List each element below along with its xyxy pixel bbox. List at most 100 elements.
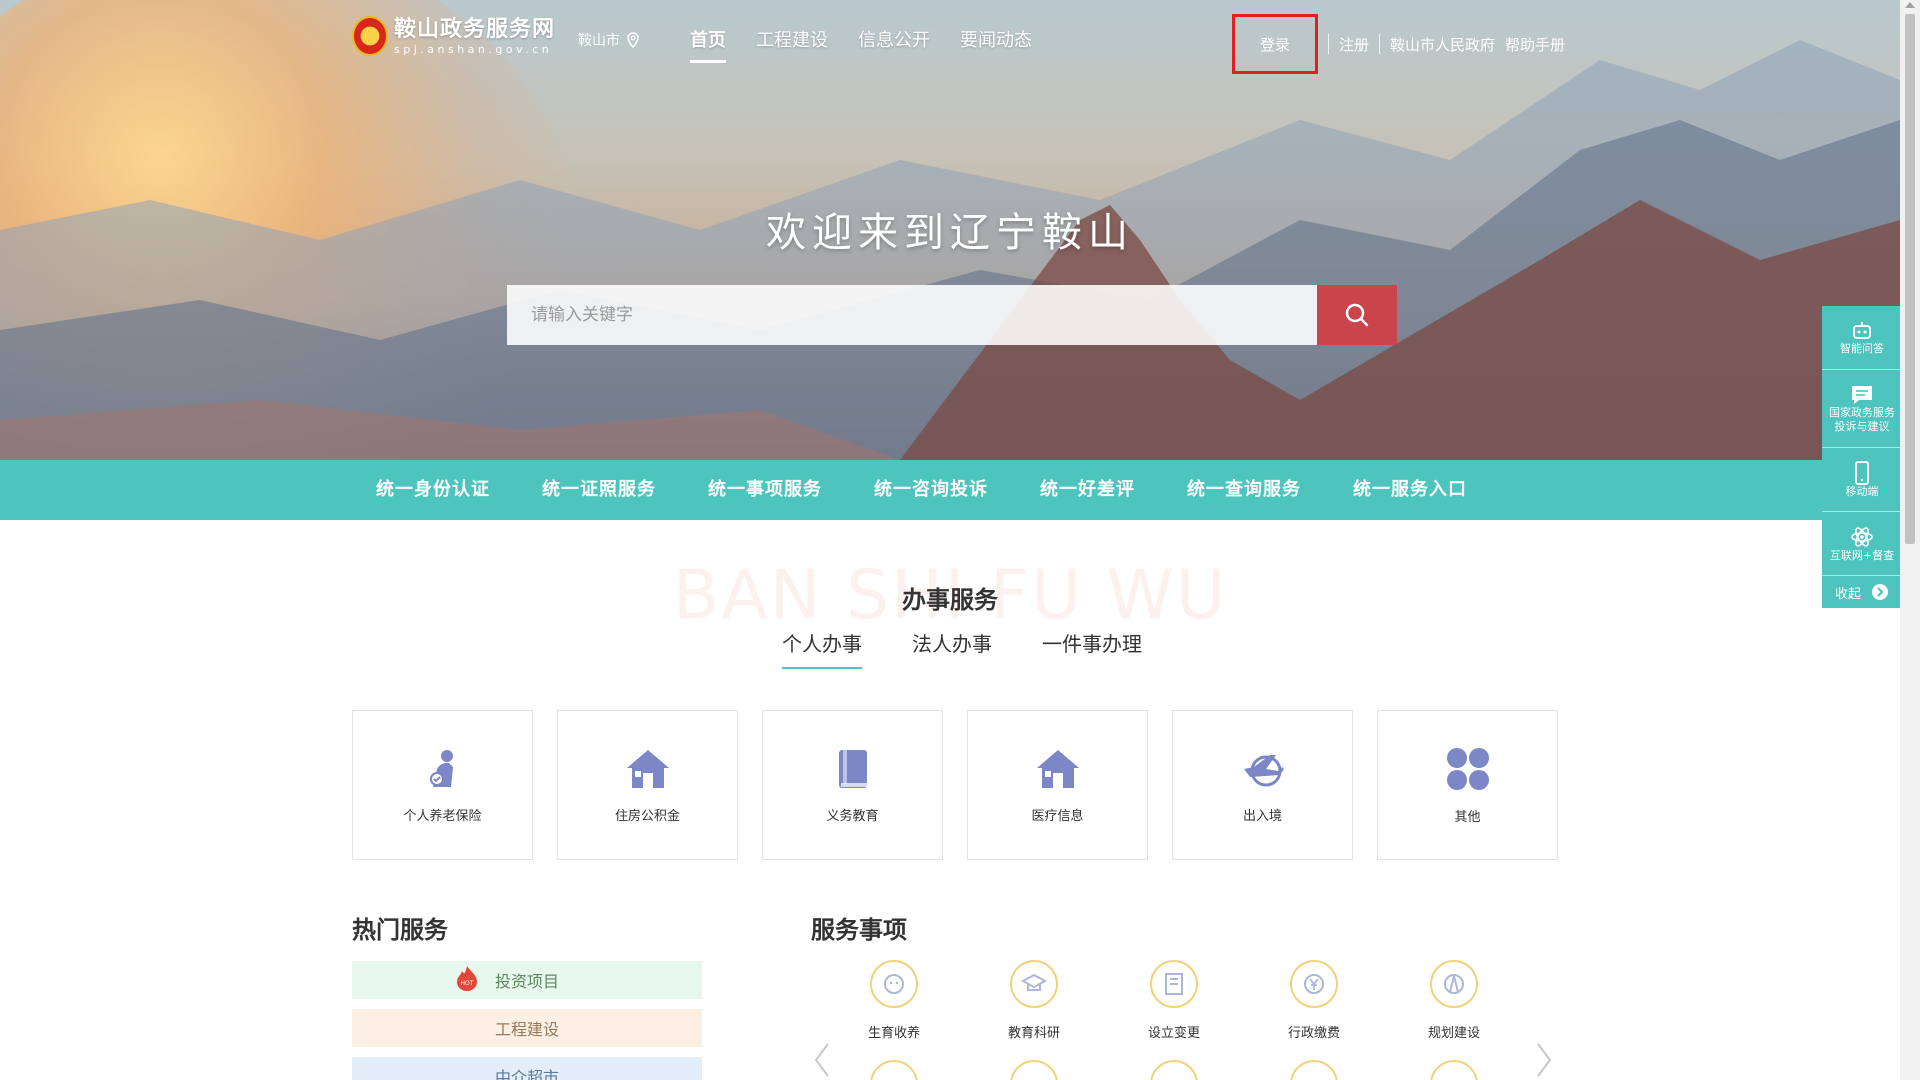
main-nav: 首页 工程建设 信息公开 要闻动态 bbox=[690, 28, 1032, 63]
house-icon bbox=[1036, 749, 1079, 788]
service-item-icon[interactable] bbox=[1290, 1060, 1338, 1080]
robot-icon bbox=[1853, 321, 1871, 339]
atom-icon bbox=[1851, 526, 1873, 547]
unified-rating-link[interactable]: 统一好差评 bbox=[1040, 460, 1135, 520]
message-icon bbox=[1852, 385, 1872, 404]
hot-item-investment[interactable]: HOT 投资项目 bbox=[352, 961, 702, 999]
search-input[interactable] bbox=[507, 285, 1317, 345]
building-icon bbox=[1165, 973, 1183, 995]
service-item-establish-change[interactable]: 设立变更 bbox=[1148, 960, 1201, 1041]
card-label: 住房公积金 bbox=[614, 808, 680, 824]
side-item-label: 互联网+督查 bbox=[1829, 548, 1895, 562]
service-item-label: 行政缴费 bbox=[1288, 1026, 1341, 1041]
svg-text:HOT: HOT bbox=[461, 980, 474, 987]
side-item-label: 移动端 bbox=[1845, 484, 1879, 498]
site-domain: spj.anshan.gov.cn bbox=[394, 42, 553, 56]
elderly-person-icon bbox=[429, 749, 453, 787]
service-items-title: 服务事项 bbox=[811, 916, 907, 944]
service-item-icon[interactable] bbox=[870, 1060, 918, 1080]
tab-one-thing[interactable]: 一件事办理 bbox=[1042, 628, 1142, 669]
site-name: 鞍山政务服务网 bbox=[394, 16, 556, 42]
service-item-label: 生育收养 bbox=[868, 1026, 921, 1041]
unified-identity-link[interactable]: 统一身份认证 bbox=[376, 460, 490, 520]
side-collapse-button[interactable]: 收起 bbox=[1822, 576, 1902, 608]
card-other[interactable]: 其他 bbox=[1377, 710, 1558, 860]
tab-corporate[interactable]: 法人办事 bbox=[912, 628, 992, 669]
city-label: 鞍山市 bbox=[578, 33, 620, 49]
national-emblem-icon bbox=[352, 16, 388, 56]
location-pin-icon bbox=[627, 32, 639, 48]
card-exit-entry[interactable]: 出入境 bbox=[1172, 710, 1353, 860]
unified-matters-link[interactable]: 统一事项服务 bbox=[708, 460, 822, 520]
hot-item-label: 工程建设 bbox=[494, 1020, 559, 1039]
side-item-label: 智能问答 bbox=[1840, 341, 1884, 355]
service-item-icon[interactable] bbox=[1430, 1060, 1478, 1080]
arrow-right-circle-icon bbox=[1872, 584, 1888, 600]
nav-news[interactable]: 要闻动态 bbox=[960, 28, 1032, 63]
side-item-label: 国家政务服务 投诉与建议 bbox=[1829, 405, 1895, 433]
hot-item-engineering[interactable]: 工程建设 bbox=[352, 1009, 702, 1047]
card-housing-fund[interactable]: 住房公积金 bbox=[557, 710, 738, 860]
hot-services-title: 热门服务 bbox=[352, 916, 448, 944]
side-item-smart-qa[interactable]: 智能问答 bbox=[1822, 306, 1902, 370]
card-label: 出入境 bbox=[1242, 808, 1282, 824]
help-link[interactable]: 帮助手册 bbox=[1505, 34, 1565, 55]
service-item-label: 设立变更 bbox=[1148, 1026, 1201, 1041]
graduation-icon bbox=[1020, 973, 1048, 991]
nav-home[interactable]: 首页 bbox=[690, 28, 726, 63]
card-pension[interactable]: 个人养老保险 bbox=[352, 710, 533, 860]
compass-icon bbox=[1444, 974, 1464, 994]
card-label: 个人养老保险 bbox=[403, 808, 482, 824]
tab-personal[interactable]: 个人办事 bbox=[782, 628, 862, 669]
nav-engineering[interactable]: 工程建设 bbox=[756, 28, 828, 63]
service-item-birth-adoption[interactable]: 生育收养 bbox=[868, 960, 921, 1041]
chevron-left-icon[interactable] bbox=[812, 1040, 832, 1080]
airplane-icon bbox=[1243, 754, 1284, 786]
page-scrollbar[interactable] bbox=[1900, 0, 1920, 1080]
mobile-phone-icon bbox=[1855, 460, 1869, 485]
unified-query-link[interactable]: 统一查询服务 bbox=[1187, 460, 1301, 520]
service-item-label: 教育科研 bbox=[1008, 1026, 1061, 1041]
side-item-mobile[interactable]: 移动端 bbox=[1822, 448, 1902, 512]
side-item-complaints[interactable]: 国家政务服务 投诉与建议 bbox=[1822, 370, 1902, 448]
unified-entry-link[interactable]: 统一服务入口 bbox=[1353, 460, 1467, 520]
card-education[interactable]: 义务教育 bbox=[762, 710, 943, 860]
search-button[interactable] bbox=[1317, 285, 1397, 345]
service-items-row-2 bbox=[870, 1060, 1478, 1080]
city-selector[interactable]: 鞍山市 bbox=[578, 30, 640, 50]
login-link[interactable]: 登录 bbox=[1260, 34, 1290, 55]
divider bbox=[1379, 34, 1381, 54]
unified-license-link[interactable]: 统一证照服务 bbox=[542, 460, 656, 520]
site-logo[interactable]: 鞍山政务服务网 spj.anshan.gov.cn bbox=[352, 16, 555, 56]
four-leaf-icon bbox=[1446, 747, 1489, 790]
service-item-icon[interactable] bbox=[1150, 1060, 1198, 1080]
register-link[interactable]: 注册 bbox=[1339, 34, 1369, 55]
nav-info-disclosure[interactable]: 信息公开 bbox=[858, 28, 930, 63]
side-item-supervision[interactable]: 互联网+督查 bbox=[1822, 512, 1902, 576]
site-header: 鞍山政务服务网 spj.anshan.gov.cn 鞍山市 首页 工程建设 信息… bbox=[0, 0, 1900, 84]
hot-badge-icon: HOT bbox=[457, 966, 477, 991]
card-medical[interactable]: 医疗信息 bbox=[967, 710, 1148, 860]
service-item-education-research[interactable]: 教育科研 bbox=[1008, 960, 1061, 1041]
scroll-up-arrow-icon[interactable] bbox=[1905, 2, 1915, 8]
page: 鞍山政务服务网 spj.anshan.gov.cn 鞍山市 首页 工程建设 信息… bbox=[0, 0, 1920, 1080]
service-cards: 个人养老保险 住房公积金 义务教育 医疗信息 出入境 其他 bbox=[352, 710, 1558, 860]
service-item-icon[interactable] bbox=[1010, 1060, 1058, 1080]
service-items-grid: 生育收养 教育科研 设立变更 行政缴费 规划建设 bbox=[868, 960, 1480, 1041]
gov-link[interactable]: 鞍山市人民政府 bbox=[1390, 34, 1495, 55]
chevron-right-icon[interactable] bbox=[1534, 1040, 1554, 1080]
hot-item-label: 投资项目 bbox=[494, 972, 559, 991]
card-label: 义务教育 bbox=[826, 808, 879, 824]
side-widget: 智能问答 国家政务服务 投诉与建议 移动端 互联网+督查 收起 bbox=[1822, 306, 1902, 608]
hot-item-agency-market[interactable]: 中介超市 bbox=[352, 1057, 702, 1080]
service-item-admin-fees[interactable]: 行政缴费 bbox=[1288, 960, 1341, 1041]
hot-item-label: 中介超市 bbox=[494, 1068, 559, 1080]
yen-coin-icon bbox=[1304, 974, 1324, 994]
hero-title: 欢迎来到辽宁鞍山 bbox=[766, 210, 1134, 256]
scrollbar-thumb[interactable] bbox=[1905, 14, 1915, 544]
unified-consult-link[interactable]: 统一咨询投诉 bbox=[874, 460, 988, 520]
divider bbox=[1328, 34, 1329, 54]
login-highlight[interactable]: 登录 bbox=[1232, 14, 1318, 74]
service-item-planning[interactable]: 规划建设 bbox=[1428, 960, 1480, 1041]
search-bar bbox=[507, 285, 1397, 345]
